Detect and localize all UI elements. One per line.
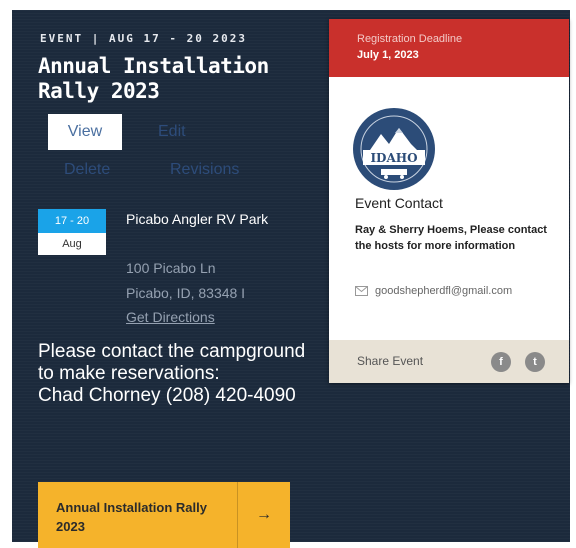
tab-delete[interactable]: Delete — [64, 161, 110, 179]
contact-email-row[interactable]: goodshepherdfl@gmail.com — [355, 285, 512, 297]
arrow-right-icon: → — [237, 482, 290, 548]
envelope-icon — [355, 286, 368, 296]
tab-view[interactable]: View — [48, 114, 122, 150]
deadline-label: Registration Deadline — [357, 33, 463, 45]
idaho-logo: IDAHO — [353, 108, 435, 190]
registration-deadline-banner: Registration Deadline July 1, 2023 — [329, 19, 569, 77]
logo-text: IDAHO — [370, 151, 417, 165]
date-badge-month: Aug — [38, 233, 106, 255]
get-directions-link[interactable]: Get Directions — [126, 309, 215, 325]
share-event-label: Share Event — [357, 354, 424, 368]
reservation-note-text: Please contact the campground to make re… — [38, 341, 306, 384]
event-eyebrow: EVENT | AUG 17 - 20 2023 — [40, 32, 247, 45]
share-bar: Share Event f t — [329, 340, 569, 383]
reservation-note: Please contact the campground to make re… — [38, 341, 308, 407]
venue-address-line1: 100 Picabo Ln — [126, 260, 216, 276]
venue-address-line2: Picabo, ID, 83348 I — [126, 285, 246, 301]
tab-revisions[interactable]: Revisions — [170, 161, 239, 179]
twitter-icon[interactable]: t — [525, 352, 545, 372]
event-info-card: Registration Deadline July 1, 2023 IDAHO… — [329, 19, 569, 383]
venue-name: Picabo Angler RV Park — [126, 211, 269, 227]
event-cta-label: Annual Installation Rally 2023 — [56, 500, 207, 534]
facebook-icon[interactable]: f — [491, 352, 511, 372]
event-contact-text: Ray & Sherry Hoems, Please contact the h… — [355, 224, 547, 252]
deadline-date: July 1, 2023 — [357, 49, 419, 61]
event-contact-heading: Event Contact — [355, 195, 443, 211]
event-title: Annual Installation Rally 2023 — [38, 54, 269, 103]
event-cta-button[interactable]: Annual Installation Rally 2023 → — [38, 482, 290, 548]
tab-edit[interactable]: Edit — [158, 123, 186, 141]
date-badge-days: 17 - 20 — [38, 209, 106, 233]
reservation-contact-phone: Chad Chorney (208) 420-4090 — [38, 385, 296, 406]
date-badge: 17 - 20 Aug — [38, 209, 106, 255]
contact-email[interactable]: goodshepherdfl@gmail.com — [375, 285, 512, 297]
